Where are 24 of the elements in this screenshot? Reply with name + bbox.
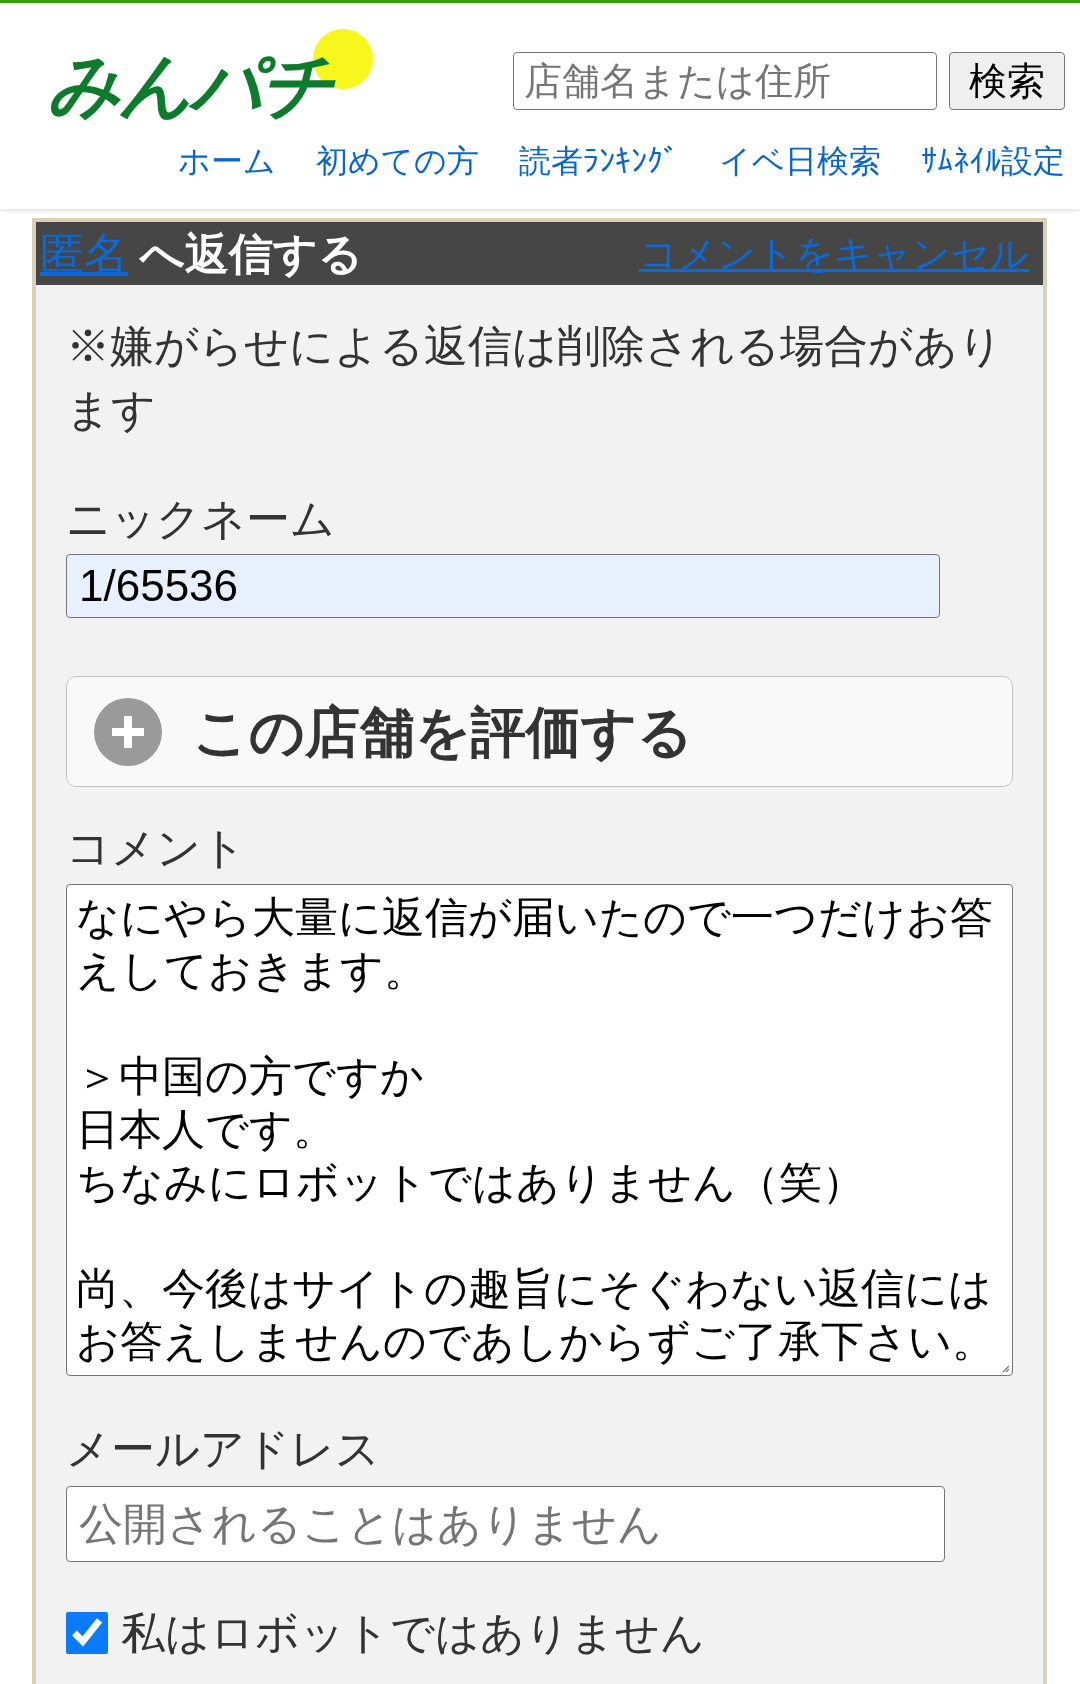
comment-text: なにやら大量に返信が届いたので一つだけお答えしておきます。 xyxy=(76,892,994,996)
robot-checkbox[interactable] xyxy=(66,1612,108,1654)
field-label: ニックネーム xyxy=(66,493,335,545)
search-field[interactable]: 店舗名または住所 xyxy=(513,52,937,110)
field-label: コメント xyxy=(66,822,246,874)
search-button[interactable]: 検索 xyxy=(949,52,1065,110)
nav-link[interactable]: イベ日検索 xyxy=(719,141,881,181)
nav-link[interactable]: ホーム xyxy=(178,141,276,181)
comment-field[interactable]: なにやら大量に返信が届いたので一つだけお答えしておきます。 ＞中国の方ですか 日本人です。 ちなみにロボットではありません（笑） 尚、今後はサイトの趣旨にそぐわない返信にはお答えしませんのであしからずご了承下さい。 xyxy=(66,884,1013,1376)
reply-title: へ返信する xyxy=(140,227,363,280)
field-label: メールアドレス xyxy=(66,1423,380,1475)
rate-store-button[interactable]: この店舗を評価する xyxy=(66,676,1013,787)
nickname-field[interactable]: 1/65536 xyxy=(66,554,940,618)
checkbox-label: 私はロボットではありません xyxy=(121,1607,705,1659)
email-field[interactable]: 公開されることはありません xyxy=(66,1486,945,1562)
nav-link[interactable]: 読者ﾗﾝｷﾝｸﾞ xyxy=(519,141,679,181)
resize-handle-icon[interactable] xyxy=(1002,1365,1010,1373)
nav-link[interactable]: 初めての方 xyxy=(316,141,479,181)
comment-text: 尚、今後はサイトの趣旨にそぐわない返信にはお答えしませんのであしからずご了承下さい。 xyxy=(76,1263,996,1367)
notice-text: ※嫌がらせによる返信は削除される場合があります xyxy=(66,320,1004,436)
nav-link[interactable]: ｻﾑﾈｲﾙ設定 xyxy=(921,141,1065,181)
comment-text: ちなみにロボットではありません（笑） xyxy=(76,1157,866,1208)
comment-text: ＞中国の方ですか xyxy=(76,1051,425,1102)
comment-text: 日本人です。 xyxy=(76,1104,337,1155)
